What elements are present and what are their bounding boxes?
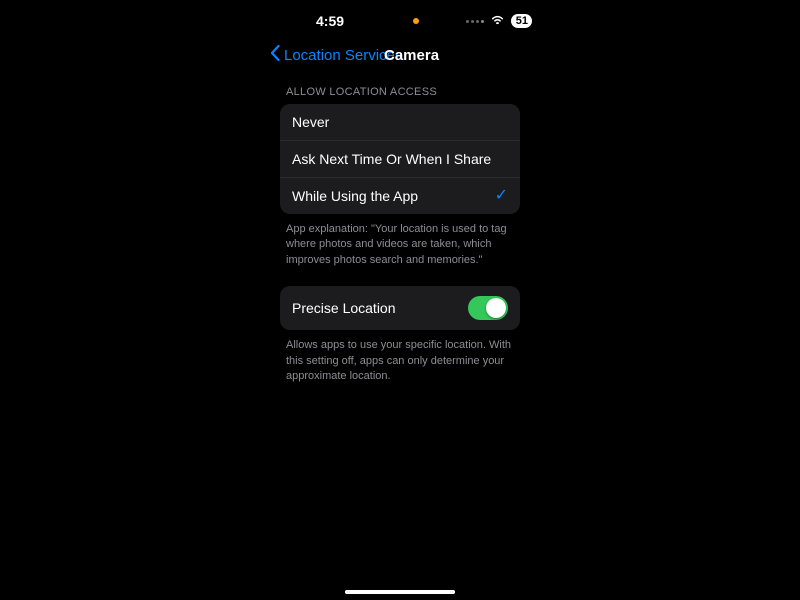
battery-indicator: 51 xyxy=(511,14,532,28)
checkmark-icon: ✓ xyxy=(495,188,508,204)
precise-location-label: Precise Location xyxy=(292,300,396,316)
privacy-recording-dot-icon xyxy=(413,18,419,24)
cellular-signal-icon xyxy=(466,20,484,23)
toggle-knob-icon xyxy=(486,298,506,318)
chevron-left-icon xyxy=(270,45,280,65)
precise-footer-text: Allows apps to use your specific locatio… xyxy=(286,338,514,384)
wifi-icon xyxy=(490,12,505,30)
access-option-while-using[interactable]: While Using the App ✓ xyxy=(280,177,520,214)
access-option-label: Ask Next Time Or When I Share xyxy=(292,151,491,167)
precise-location-row[interactable]: Precise Location xyxy=(280,286,520,330)
section-header-access: ALLOW LOCATION ACCESS xyxy=(286,86,514,98)
precise-location-toggle[interactable] xyxy=(468,296,508,320)
back-button[interactable]: Location Services xyxy=(270,45,402,65)
content-area: ALLOW LOCATION ACCESS Never Ask Next Tim… xyxy=(280,82,520,384)
home-indicator[interactable] xyxy=(345,590,455,594)
access-footer-text: App explanation: "Your location is used … xyxy=(286,222,514,268)
nav-bar: Location Services Camera xyxy=(0,40,800,70)
access-option-label: While Using the App xyxy=(292,188,418,204)
battery-level: 51 xyxy=(516,15,528,27)
access-option-label: Never xyxy=(292,114,329,130)
status-right-cluster: 51 xyxy=(466,12,532,30)
access-option-never[interactable]: Never xyxy=(280,104,520,140)
access-option-ask[interactable]: Ask Next Time Or When I Share xyxy=(280,140,520,177)
precise-location-group: Precise Location xyxy=(280,286,520,330)
location-access-group: Never Ask Next Time Or When I Share Whil… xyxy=(280,104,520,214)
page-title: Camera xyxy=(384,47,439,64)
status-bar: 4:59 51 xyxy=(0,12,800,30)
status-time: 4:59 xyxy=(316,13,344,29)
